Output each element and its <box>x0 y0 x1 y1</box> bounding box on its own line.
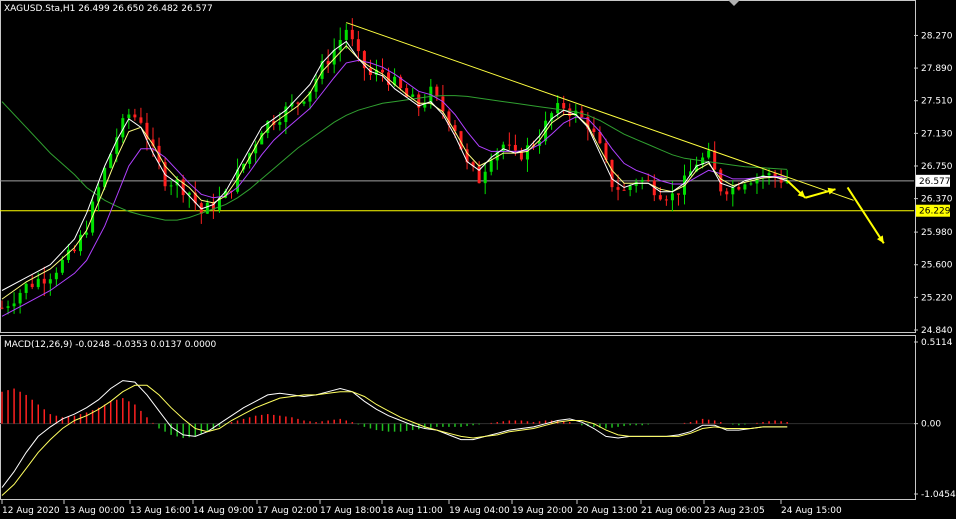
candle-body <box>24 283 28 293</box>
time-tick-label: 19 Aug 20:00 <box>512 506 573 516</box>
candle-body <box>731 186 735 195</box>
candle-body <box>66 249 70 260</box>
support-price-label: 26.229 <box>919 207 951 217</box>
candle-body <box>489 160 493 172</box>
price-tick-label: 27.510 <box>921 97 953 107</box>
macd-tick-label: -1.0454 <box>921 490 956 500</box>
candle-body <box>676 193 680 195</box>
candle-body <box>658 195 662 200</box>
time-tick-label: 17 Aug 18:00 <box>320 506 381 516</box>
candle-body <box>646 179 650 181</box>
macd-tick-label: 0.00 <box>921 420 941 430</box>
time-tick-label: 24 Aug 15:00 <box>781 506 842 516</box>
candle-body <box>507 144 511 146</box>
price-tick-label: 24.840 <box>921 326 953 336</box>
candle-body <box>435 86 439 97</box>
price-tick-label: 26.370 <box>921 195 953 205</box>
candle-body <box>592 128 596 133</box>
macd-header: MACD(12,26,9) -0.0248 -0.0353 0.0137 0.0… <box>4 340 217 350</box>
candle-body <box>127 114 131 119</box>
candle-body <box>725 191 729 195</box>
price-tick-label: 27.890 <box>921 64 953 74</box>
chart-background <box>0 0 956 519</box>
candle-body <box>205 202 209 214</box>
candle-body <box>42 278 46 284</box>
symbol-header: XAGUSD.Sta,H1 26.499 26.650 26.482 26.57… <box>4 4 213 14</box>
candle-body <box>344 29 348 40</box>
candle-body <box>133 114 137 118</box>
candle-body <box>713 150 717 170</box>
candle-body <box>483 171 487 184</box>
candle-body <box>30 283 34 288</box>
candle-body <box>556 103 560 114</box>
macd-tick-label: 0.5114 <box>921 338 953 348</box>
time-tick-label: 12 Aug 2020 <box>2 506 60 516</box>
candle-body <box>139 117 143 123</box>
price-tick-label: 25.980 <box>921 228 953 238</box>
candle-body <box>411 94 415 97</box>
candle-body <box>85 232 89 235</box>
candle-body <box>296 102 300 104</box>
time-tick-label: 13 Aug 16:00 <box>130 506 191 516</box>
candle-body <box>501 144 505 152</box>
candle-body <box>616 187 620 190</box>
candle-body <box>670 193 674 201</box>
candle-body <box>743 184 747 190</box>
price-tick-label: 26.750 <box>921 162 953 172</box>
current-price-label: 26.577 <box>919 177 951 187</box>
candle-body <box>664 199 668 201</box>
candle-body <box>562 103 566 109</box>
time-tick-label: 13 Aug 00:00 <box>64 506 125 516</box>
price-tick-label: 25.600 <box>921 261 953 271</box>
price-tick-label: 28.270 <box>921 31 953 41</box>
time-tick-label: 18 Aug 11:00 <box>382 506 443 516</box>
candle-body <box>278 122 282 125</box>
candle-body <box>737 186 741 190</box>
candle-body <box>18 292 22 304</box>
price-tick-label: 25.220 <box>921 293 953 303</box>
candle-body <box>767 173 771 176</box>
candle-body <box>54 272 58 280</box>
time-tick-label: 21 Aug 06:00 <box>641 506 702 516</box>
candle-body <box>513 144 517 151</box>
candle-body <box>441 96 445 112</box>
candle-body <box>60 259 64 273</box>
price-tick-label: 27.130 <box>921 129 953 139</box>
time-tick-label: 23 Aug 23:05 <box>704 506 765 516</box>
candle-body <box>72 249 76 252</box>
candle-body <box>622 189 626 191</box>
candle-body <box>12 303 16 307</box>
candle-body <box>640 179 644 182</box>
time-tick-label: 19 Aug 04:00 <box>449 506 510 516</box>
time-tick-label: 14 Aug 09:00 <box>193 506 254 516</box>
candle-body <box>6 306 10 308</box>
candle-body <box>169 185 173 187</box>
candle-body <box>48 279 52 284</box>
time-tick-label: 20 Aug 13:00 <box>577 506 638 516</box>
candle-body <box>0 307 4 309</box>
candle-body <box>628 185 632 190</box>
time-tick-label: 17 Aug 02:00 <box>257 506 318 516</box>
candle-body <box>381 69 385 73</box>
trading-chart[interactable]: 28.270 27.890 27.510 27.130 26.750 26.370 25.9… <box>0 0 956 519</box>
candle-body <box>356 39 360 52</box>
candle-body <box>302 101 306 104</box>
candle-body <box>749 183 753 185</box>
candle-body <box>707 150 711 158</box>
candle-body <box>610 159 614 188</box>
candle-body <box>36 278 40 288</box>
candle-body <box>350 29 354 40</box>
